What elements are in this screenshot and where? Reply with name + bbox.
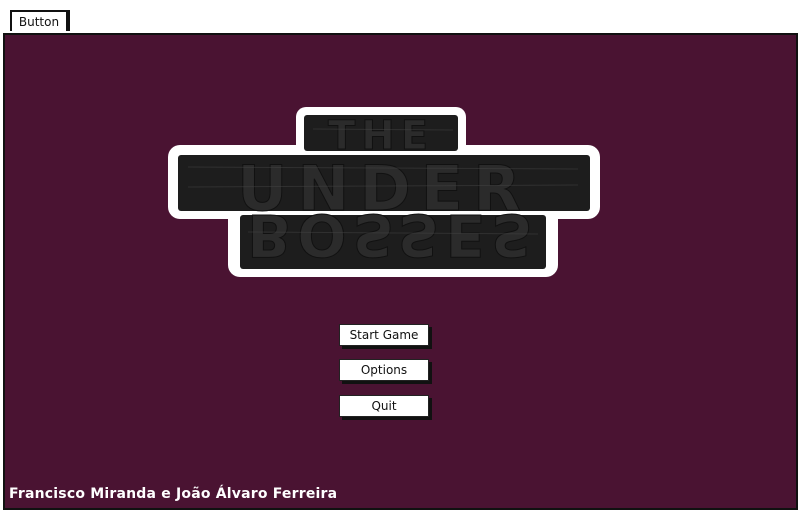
logo-line-3: BOSSES — [247, 201, 539, 269]
quit-button[interactable]: Quit — [339, 395, 429, 417]
options-button[interactable]: Options — [339, 359, 429, 381]
game-logo: THE UNDER BOSSES — [168, 107, 600, 277]
start-game-button[interactable]: Start Game — [339, 324, 429, 346]
top-tab-button[interactable]: Button — [10, 10, 68, 31]
credits-text: Francisco Miranda e João Álvaro Ferreira — [9, 486, 338, 502]
game-screen: THE UNDER BOSSES Start Game Options Quit… — [3, 33, 798, 510]
